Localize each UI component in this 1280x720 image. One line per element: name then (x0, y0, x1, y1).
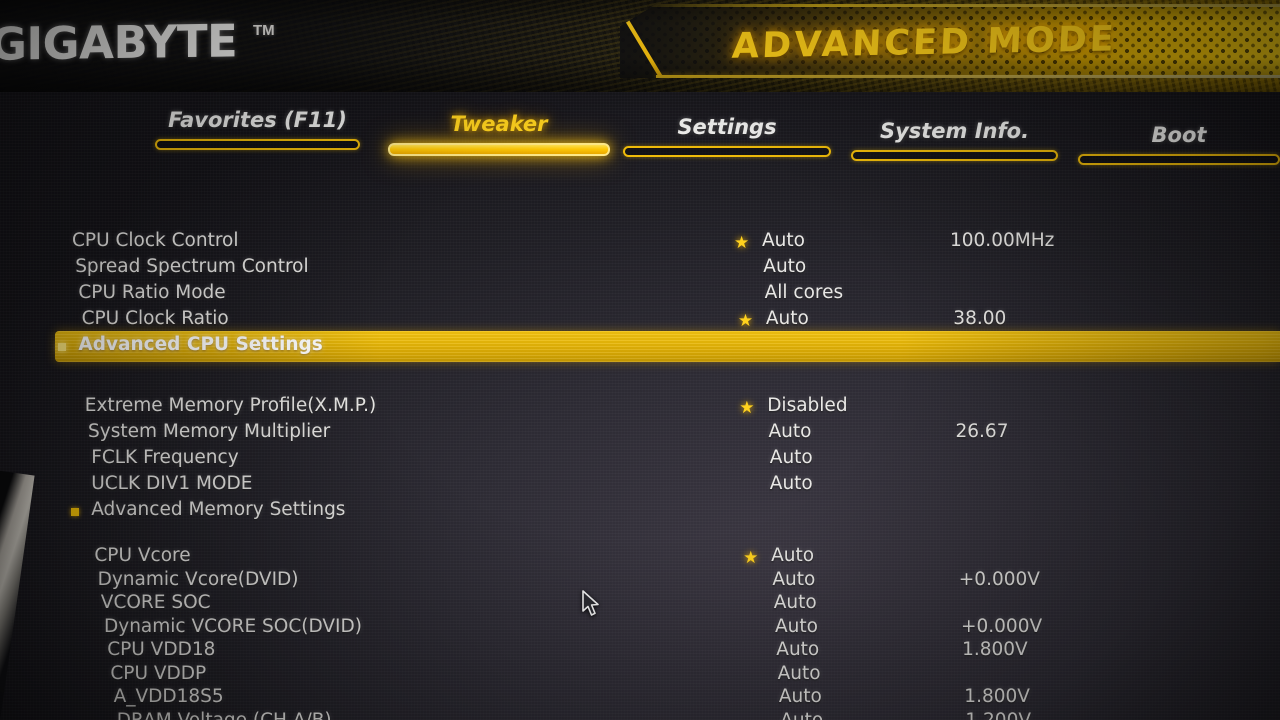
setting-label: Spread Spectrum Control (75, 256, 309, 277)
settings-row[interactable]: UCLK DIV1 MODE Auto (0, 473, 1280, 499)
header-bar: ADVANCED MODE GIGABYTE TM (0, 0, 1280, 92)
setting-readout: 1.800V (964, 686, 1030, 707)
submenu-bullet-icon (71, 508, 80, 516)
setting-label: A_VDD18S5 (113, 686, 224, 707)
setting-label: FCLK Frequency (91, 447, 239, 468)
settings-row[interactable]: Extreme Memory Profile(X.M.P.) ★ Disabled (0, 395, 1280, 421)
favorite-star-icon[interactable]: ★ (743, 549, 758, 566)
setting-value[interactable]: Auto (776, 639, 819, 660)
tab-indicator (1078, 154, 1280, 165)
tab-tweaker[interactable]: Tweaker (388, 112, 610, 156)
settings-row[interactable]: System Memory Multiplier Auto 26.67 (0, 421, 1280, 447)
settings-row[interactable]: CPU Ratio Mode All cores (0, 282, 1280, 308)
setting-value[interactable]: Auto (770, 447, 813, 468)
tab-boot[interactable]: Boot (1078, 123, 1280, 165)
tab-label: System Info. (879, 119, 1030, 143)
setting-label: CPU Clock Ratio (81, 308, 229, 329)
setting-value[interactable]: Auto (772, 569, 815, 590)
setting-label: CPU Ratio Mode (78, 282, 226, 303)
setting-value[interactable]: Auto (780, 710, 823, 720)
setting-value[interactable]: Auto (766, 308, 809, 329)
trademark-symbol: TM (253, 22, 275, 39)
setting-label: DRAM Voltage (CH A/B) (116, 709, 332, 720)
tab-active-indicator (388, 143, 610, 156)
setting-label: UCLK DIV1 MODE (91, 473, 253, 494)
setting-label: Advanced Memory Settings (91, 499, 346, 520)
setting-label: CPU VDDP (110, 662, 207, 684)
setting-readout: +0.000V (961, 615, 1043, 637)
tab-indicator (623, 146, 831, 157)
settings-row[interactable]: CPU VDDP Auto (0, 663, 1280, 689)
setting-readout: 1.800V (962, 639, 1028, 660)
setting-value[interactable]: Auto (763, 256, 806, 277)
setting-value[interactable]: Auto (771, 545, 814, 566)
tab-label: Tweaker (450, 112, 548, 136)
tab-favorites-f11[interactable]: Favorites (F11) (155, 108, 360, 150)
setting-label: CPU Clock Control (72, 230, 239, 251)
main-navigation-tabs: Favorites (F11) Tweaker Settings System Inf… (0, 96, 1280, 170)
settings-row[interactable]: Advanced Memory Settings (0, 499, 1280, 525)
gigabyte-logo: GIGABYTE (0, 14, 238, 71)
setting-value[interactable]: Auto (769, 421, 812, 442)
setting-label: Dynamic Vcore(DVID) (97, 568, 299, 590)
setting-value[interactable]: Auto (775, 616, 818, 637)
tab-system-info[interactable]: System Info. (851, 119, 1058, 161)
settings-row[interactable]: FCLK Frequency Auto (0, 447, 1280, 473)
settings-row[interactable]: DRAM Voltage (CH A/B) Auto 1.200V (0, 710, 1280, 720)
favorite-star-icon[interactable]: ★ (739, 399, 754, 416)
bios-screen: ADVANCED MODE GIGABYTE TM Favorites (F11… (0, 0, 1280, 720)
tab-settings[interactable]: Settings (623, 115, 831, 157)
setting-value[interactable]: Auto (779, 686, 822, 707)
setting-value[interactable]: Disabled (767, 395, 847, 416)
setting-value[interactable]: Auto (774, 592, 817, 613)
setting-readout: 26.67 (955, 421, 1009, 442)
settings-row[interactable]: Spread Spectrum Control Auto (0, 256, 1280, 282)
settings-row[interactable]: VCORE SOC Auto (0, 592, 1280, 618)
setting-label: CPU Vcore (94, 545, 191, 566)
setting-label: Extreme Memory Profile(X.M.P.) (84, 395, 377, 416)
settings-row[interactable]: CPU VDD18 Auto 1.800V (0, 639, 1280, 665)
tab-indicator (851, 150, 1058, 161)
tab-label: Boot (1151, 123, 1207, 147)
setting-label: VCORE SOC (100, 592, 211, 613)
setting-value[interactable]: Auto (770, 473, 813, 494)
settings-list: CPU Clock Control ★ Auto 100.00MHz Spread Sp… (0, 188, 1280, 720)
settings-row[interactable]: Dynamic VCORE SOC(DVID) Auto +0.000V (0, 616, 1280, 642)
setting-label: CPU VDD18 (107, 639, 216, 660)
tab-indicator (155, 139, 360, 150)
favorite-star-icon[interactable]: ★ (734, 234, 749, 251)
tab-label: Settings (677, 115, 777, 139)
settings-row[interactable]: A_VDD18S5 Auto 1.800V (0, 686, 1280, 712)
setting-label: Advanced CPU Settings (78, 334, 323, 355)
settings-row[interactable]: Dynamic Vcore(DVID) Auto +0.000V (0, 569, 1280, 595)
setting-value[interactable]: All cores (765, 282, 844, 303)
setting-label: Dynamic VCORE SOC(DVID) (104, 615, 362, 637)
tab-label: Favorites (F11) (168, 108, 347, 132)
setting-readout: 38.00 (953, 308, 1007, 329)
settings-row[interactable]: CPU Clock Control ★ Auto 100.00MHz (0, 230, 1280, 256)
setting-value[interactable]: Auto (762, 230, 805, 251)
submenu-bullet-icon (58, 343, 67, 351)
setting-readout: +0.000V (958, 568, 1040, 590)
settings-row[interactable]: Advanced CPU Settings (0, 331, 1280, 362)
setting-readout: 100.00MHz (950, 230, 1055, 251)
settings-row[interactable]: CPU Vcore ★ Auto (0, 545, 1280, 571)
setting-label: System Memory Multiplier (88, 421, 331, 442)
favorite-star-icon[interactable]: ★ (738, 312, 753, 329)
setting-readout: 1.200V (965, 709, 1032, 720)
setting-value[interactable]: Auto (778, 663, 821, 684)
